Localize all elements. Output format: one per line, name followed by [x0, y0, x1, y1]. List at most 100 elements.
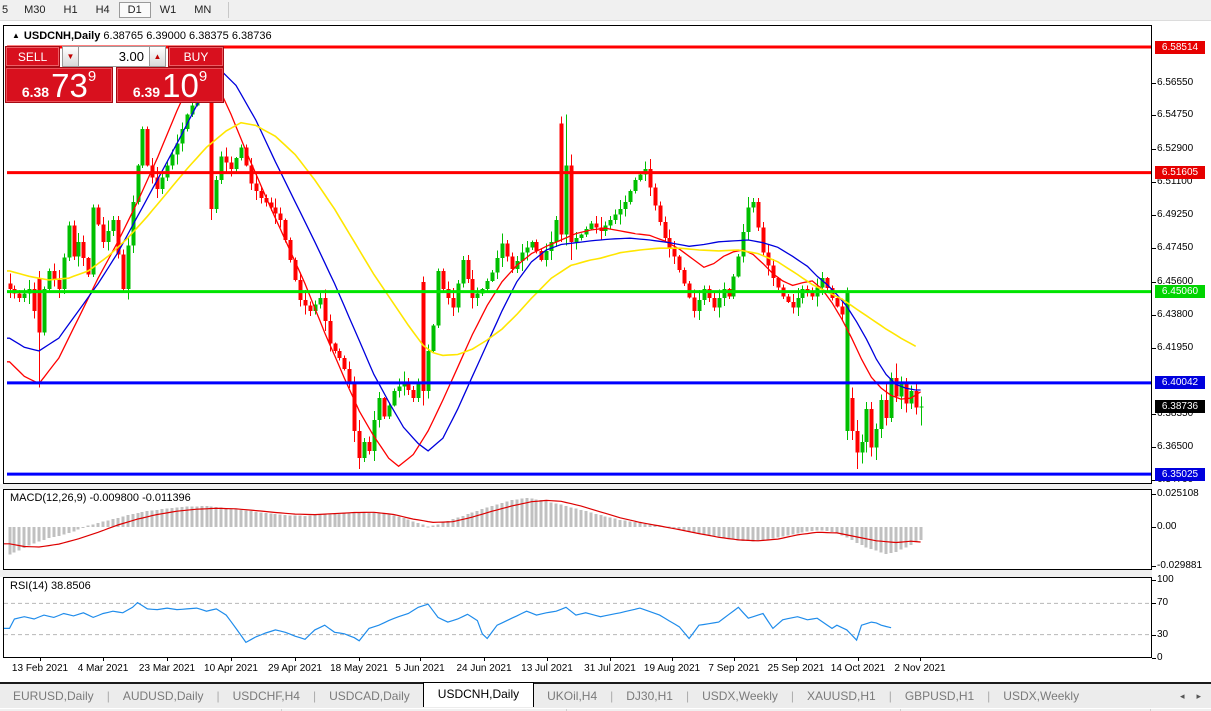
chart-title: ▲ USDCNH,Daily 6.38765 6.39000 6.38375 6.…: [12, 30, 272, 42]
chart-ohlc-values: 6.38765 6.39000 6.38375 6.38736: [103, 30, 271, 42]
timeframe-button-D1[interactable]: D1: [119, 2, 151, 18]
macd-axis-tick: [1152, 566, 1156, 567]
date-tick: [796, 658, 797, 661]
price-axis-label: 6.41950: [1157, 342, 1193, 353]
chart-tab-usdcnh-daily[interactable]: USDCNH,Daily: [423, 682, 534, 707]
rsi-panel[interactable]: [3, 577, 1152, 658]
date-label: 24 Jun 2021: [456, 663, 511, 674]
chart-tab-usdx-weekly[interactable]: USDX,Weekly: [689, 685, 791, 707]
price-axis-tick: [1152, 149, 1156, 150]
timeframe-button-H1[interactable]: H1: [55, 2, 87, 18]
price-axis-tick: [1152, 414, 1156, 415]
date-tick: [420, 658, 421, 661]
rsi-indicator-label: RSI(14) 38.8506: [10, 580, 91, 592]
timeframe-button-M30[interactable]: M30: [15, 2, 54, 18]
chart-tab-audusd-daily[interactable]: AUDUSD,Daily: [110, 685, 217, 707]
buy-price-sup: 9: [199, 69, 207, 84]
timeframe-toolbar: 5M30H1H4D1W1MN: [0, 0, 1211, 21]
collapse-arrow-icon[interactable]: ▲: [12, 31, 20, 40]
price-axis-tick: [1152, 115, 1156, 116]
price-axis-tick: [1152, 215, 1156, 216]
date-label: 25 Sep 2021: [768, 663, 825, 674]
rsi-axis-tick: [1152, 603, 1156, 604]
date-label: 19 Aug 2021: [644, 663, 700, 674]
volume-input[interactable]: [79, 46, 149, 67]
price-badge-6.51605: 6.51605: [1155, 166, 1205, 179]
price-badge-6.40042: 6.40042: [1155, 376, 1205, 389]
macd-axis-tick: [1152, 494, 1156, 495]
sell-button[interactable]: SELL: [5, 46, 60, 67]
chart-tab-gbpusd-h1[interactable]: GBPUSD,H1: [892, 685, 987, 707]
rsi-axis-tick: [1152, 580, 1156, 581]
timeframe-button-W1[interactable]: W1: [151, 2, 186, 18]
price-axis-tick: [1152, 447, 1156, 448]
rsi-axis-label: 30: [1157, 629, 1168, 640]
macd-axis-tick: [1152, 527, 1156, 528]
buy-price-big: 10: [162, 70, 199, 101]
volume-increase-button[interactable]: ▲: [149, 46, 166, 67]
mt4-terminal-window: 5M30H1H4D1W1MN ▲ USDCNH,Daily 6.38765 6.3…: [0, 0, 1211, 711]
price-axis-label: 6.56550: [1157, 77, 1193, 88]
price-badge-6.45060: 6.45060: [1155, 285, 1205, 298]
date-tick: [359, 658, 360, 661]
chart-tab-usdx-weekly[interactable]: USDX,Weekly: [990, 685, 1092, 707]
date-tick: [547, 658, 548, 661]
price-axis-tick: [1152, 282, 1156, 283]
chart-tab-ukoil-h4[interactable]: UKOil,H4: [534, 685, 610, 707]
date-tick: [231, 658, 232, 661]
sell-price-tile[interactable]: 6.38739: [5, 67, 113, 103]
price-badge-6.38736: 6.38736: [1155, 400, 1205, 413]
tab-scroll-left-icon[interactable]: ◂: [1180, 691, 1185, 702]
chart-tab-usdchf-h4[interactable]: USDCHF,H4: [220, 685, 313, 707]
date-label: 10 Apr 2021: [204, 663, 258, 674]
date-label: 23 Mar 2021: [139, 663, 195, 674]
date-axis: 13 Feb 2021 4 Mar 2021 23 Mar 2021 10 Apr 2…: [0, 658, 1211, 682]
sell-price-sup: 9: [88, 69, 96, 84]
triangle-up-icon: ▲: [154, 52, 162, 61]
one-click-trading-widget: SELL ▼ ▲ BUY 6.38739 6.39109: [5, 46, 224, 103]
timeframe-button-5[interactable]: 5: [0, 2, 15, 18]
sell-price-small: 6.38: [22, 83, 49, 101]
chart-tab-dj30-h1[interactable]: DJ30,H1: [613, 685, 686, 707]
timeframe-button-H4[interactable]: H4: [87, 2, 119, 18]
chart-tab-eurusd-daily[interactable]: EURUSD,Daily: [0, 685, 107, 707]
price-badge-6.58514: 6.58514: [1155, 41, 1205, 54]
buy-price-small: 6.39: [133, 83, 160, 101]
chart-symbol-label: USDCNH,Daily: [24, 30, 100, 42]
timeframe-button-MN[interactable]: MN: [185, 2, 220, 18]
price-axis-tick: [1152, 182, 1156, 183]
price-axis-label: 6.49250: [1157, 209, 1193, 220]
sell-price-big: 73: [51, 70, 88, 101]
chart-tab-bar: EURUSD,Daily|AUDUSD,Daily|USDCHF,H4|USDC…: [0, 682, 1211, 708]
date-tick: [295, 658, 296, 661]
panel-splitter[interactable]: [0, 570, 1152, 577]
tab-scroll-right-icon[interactable]: ▸: [1196, 691, 1201, 702]
rsi-axis-label: 70: [1157, 597, 1168, 608]
toolbar-separator: [228, 2, 229, 18]
chart-tab-usdcad-daily[interactable]: USDCAD,Daily: [316, 685, 423, 707]
price-axis-tick: [1152, 315, 1156, 316]
date-tick: [40, 658, 41, 661]
date-tick: [484, 658, 485, 661]
price-axis-label: 6.36500: [1157, 441, 1193, 452]
date-label: 5 Jun 2021: [395, 663, 445, 674]
date-tick: [672, 658, 673, 661]
rsi-axis-tick: [1152, 635, 1156, 636]
date-label: 18 May 2021: [330, 663, 388, 674]
date-label: 2 Nov 2021: [894, 663, 945, 674]
date-tick: [167, 658, 168, 661]
date-label: 14 Oct 2021: [831, 663, 885, 674]
rsi-axis-label: 100: [1157, 574, 1174, 585]
chart-tab-xauusd-h1[interactable]: XAUUSD,H1: [794, 685, 889, 707]
macd-axis-label: 0.025108: [1157, 488, 1199, 499]
price-axis-label: 6.52900: [1157, 143, 1193, 154]
volume-decrease-button[interactable]: ▼: [62, 46, 79, 67]
buy-price-tile[interactable]: 6.39109: [116, 67, 224, 103]
buy-button[interactable]: BUY: [168, 46, 224, 67]
price-axis-tick: [1152, 348, 1156, 349]
date-label: 13 Feb 2021: [12, 663, 68, 674]
macd-axis-label: 0.00: [1157, 521, 1176, 532]
price-badge-6.35025: 6.35025: [1155, 468, 1205, 481]
price-axis-tick: [1152, 248, 1156, 249]
date-label: 4 Mar 2021: [78, 663, 129, 674]
